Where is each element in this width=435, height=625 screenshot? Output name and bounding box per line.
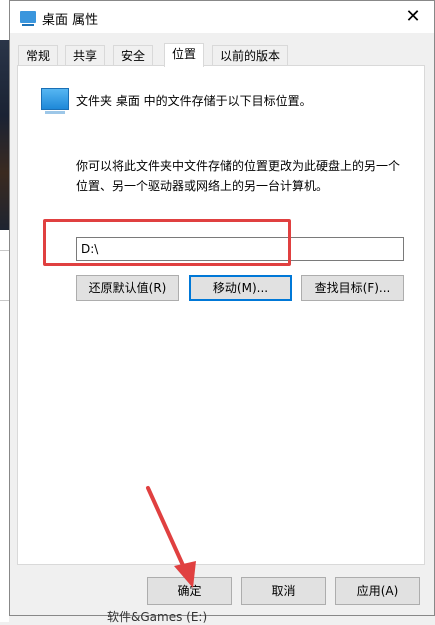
move-button[interactable]: 移动(M)... (189, 275, 292, 301)
desktop-folder-icon (41, 88, 69, 114)
folder-title-icon (20, 11, 36, 26)
find-target-button[interactable]: 查找目标(F)... (301, 275, 404, 301)
tab-sharing[interactable]: 共享 (65, 45, 106, 65)
ok-button[interactable]: 确定 (147, 577, 232, 605)
divider (0, 250, 9, 251)
close-icon: ✕ (405, 6, 421, 27)
cancel-button[interactable]: 取消 (241, 577, 326, 605)
background-drive-label: 软件&Games (E:) (107, 610, 208, 624)
desktop-image-strip (0, 40, 9, 230)
properties-dialog: 桌面 属性 ✕ 常规 共享 安全 位置 以前的版本 文件夹 桌面 中的文件存储于… (9, 0, 435, 616)
tab-previous-versions[interactable]: 以前的版本 (212, 45, 289, 65)
tab-bar: 常规 共享 安全 位置 以前的版本 (18, 43, 426, 67)
tab-location[interactable]: 位置 (164, 43, 205, 67)
tab-security[interactable]: 安全 (113, 45, 154, 65)
tab-general[interactable]: 常规 (18, 45, 59, 65)
window-title: 桌面 属性 (42, 13, 99, 28)
divider (0, 300, 9, 301)
location-panel: 文件夹 桌面 中的文件存储于以下目标位置。 你可以将此文件夹中文件存储的位置更改… (17, 65, 425, 565)
location-description: 你可以将此文件夹中文件存储的位置更改为此硬盘上的另一个位置、另一个驱动器或网络上… (76, 159, 401, 193)
apply-button[interactable]: 应用(A) (335, 577, 420, 605)
close-button[interactable]: ✕ (398, 5, 428, 29)
annotation-highlight-box (43, 219, 291, 266)
restore-default-button[interactable]: 还原默认值(R) (76, 275, 179, 301)
title-bar[interactable]: 桌面 属性 ✕ (10, 1, 434, 33)
location-info: 文件夹 桌面 中的文件存储于以下目标位置。 (76, 94, 312, 108)
